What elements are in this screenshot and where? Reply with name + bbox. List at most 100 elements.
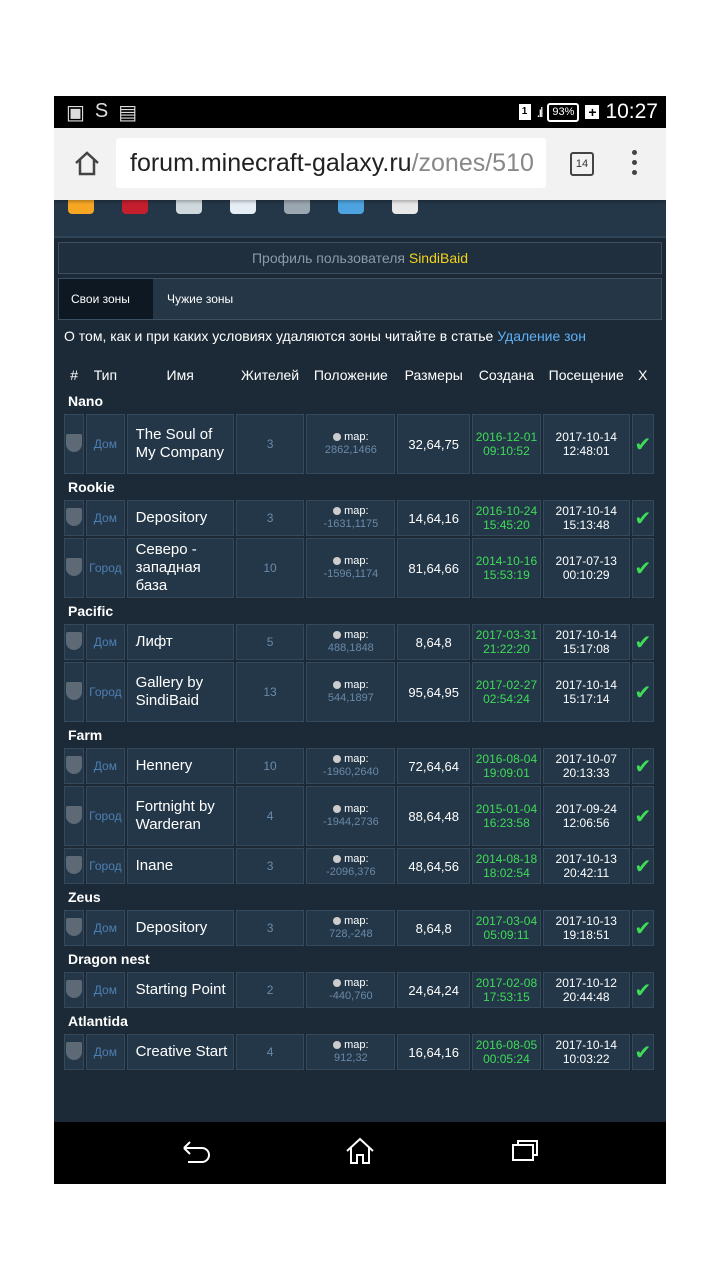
map-marker-icon <box>333 1041 342 1050</box>
created-time: 15:45:20 <box>483 518 530 532</box>
tab-other-zones[interactable]: Чужие зоны <box>155 279 245 319</box>
zone-row[interactable]: Дом Hennery 10 map: -1960,2640 72,64,64 2016-0… <box>64 748 654 784</box>
zone-residents: 10 <box>235 538 305 598</box>
zones-body: Nano Дом The Soul of My Company 3 map: 2862,1… <box>64 390 654 1070</box>
zone-name[interactable]: Starting Point <box>126 972 234 1008</box>
home-nav-icon[interactable] <box>344 1136 376 1171</box>
zone-row[interactable]: Город Северо - западная база 10 map: -1596,1… <box>64 538 654 598</box>
zone-row[interactable]: Город Fortnight by Warderan 4 map: -1944,273… <box>64 786 654 846</box>
created-date: 2016-08-05 <box>475 1038 538 1052</box>
zone-row[interactable]: Дом Лифт 5 map: 488,1848 8,64,8 2017-03-31 21:2… <box>64 624 654 660</box>
recent-apps-icon[interactable] <box>510 1136 540 1171</box>
zone-residents: 3 <box>235 500 305 536</box>
zone-position[interactable]: map: -440,760 <box>306 972 396 1008</box>
back-icon[interactable] <box>178 1136 212 1171</box>
stats-icon[interactable] <box>176 200 202 214</box>
zone-active-cell[interactable]: ✔ <box>631 414 654 474</box>
zone-tabs: Свои зоны Чужие зоны <box>58 278 662 320</box>
site-icon-bar <box>54 200 666 238</box>
zone-active-cell[interactable]: ✔ <box>631 1034 654 1070</box>
created-date: 2017-02-08 <box>475 976 538 990</box>
zone-visit: 2017-09-24 12:06:56 <box>542 786 630 846</box>
tab-own-zones[interactable]: Свои зоны <box>59 279 153 319</box>
zone-row[interactable]: Дом Depository 3 map: -1631,1175 14,64,16 2016… <box>64 500 654 536</box>
zone-name[interactable]: Gallery by SindiBaid <box>126 662 234 722</box>
zone-residents: 5 <box>235 624 305 660</box>
zone-name[interactable]: Inane <box>126 848 234 884</box>
group-name: Pacific <box>68 603 114 619</box>
zone-name[interactable]: Creative Start <box>126 1034 234 1070</box>
mail-icon[interactable] <box>230 200 256 214</box>
created-date: 2015-01-04 <box>475 802 538 816</box>
zone-created: 2016-12-01 09:10:52 <box>472 414 541 474</box>
created-time: 17:53:15 <box>483 990 530 1004</box>
tab-switcher-button[interactable]: 14 <box>570 152 594 176</box>
zone-active-cell[interactable]: ✔ <box>631 624 654 660</box>
document-icon[interactable] <box>392 200 418 214</box>
address-bar[interactable]: forum.minecraft-galaxy.ru/zones/510 <box>116 138 546 188</box>
zone-type: Дом <box>86 748 125 784</box>
zone-position[interactable]: map: -2096,376 <box>306 848 396 884</box>
zone-active-cell[interactable]: ✔ <box>631 538 654 598</box>
zone-size: 8,64,8 <box>397 624 471 660</box>
zone-active-cell[interactable]: ✔ <box>631 786 654 846</box>
created-date: 2017-03-04 <box>475 914 538 928</box>
deletion-article-link[interactable]: Удаление зон <box>497 328 586 344</box>
map-coordinates: 544,1897 <box>327 692 374 704</box>
profile-username[interactable]: SindiBaid <box>409 250 468 266</box>
zone-row[interactable]: Дом Depository 3 map: 728,-248 8,64,8 2017-03-… <box>64 910 654 946</box>
shield-red-icon[interactable] <box>122 200 148 214</box>
map-marker-icon <box>333 755 342 764</box>
zone-name[interactable]: Лифт <box>126 624 234 660</box>
zone-shield-cell <box>64 972 85 1008</box>
col-type: Тип <box>93 367 118 383</box>
group-row: Nano <box>64 390 654 412</box>
zone-position[interactable]: map: 2862,1466 <box>306 414 396 474</box>
map-coordinates: 488,1848 <box>327 642 374 654</box>
zone-name[interactable]: Fortnight by Warderan <box>126 786 234 846</box>
zone-active-cell[interactable]: ✔ <box>631 748 654 784</box>
zone-position[interactable]: map: -1944,2736 <box>306 786 396 846</box>
group-row: Zeus <box>64 886 654 908</box>
star-icon[interactable] <box>68 200 94 214</box>
zone-position[interactable]: map: 544,1897 <box>306 662 396 722</box>
home-icon[interactable] <box>72 148 102 178</box>
zone-shield-cell <box>64 1034 85 1070</box>
zone-position[interactable]: map: 488,1848 <box>306 624 396 660</box>
zone-position[interactable]: map: 728,-248 <box>306 910 396 946</box>
visit-date: 2017-10-13 <box>555 852 617 866</box>
zone-active-cell[interactable]: ✔ <box>631 500 654 536</box>
zone-position[interactable]: map: -1960,2640 <box>306 748 396 784</box>
zone-active-cell[interactable]: ✔ <box>631 662 654 722</box>
zone-size: 14,64,16 <box>397 500 471 536</box>
zone-active-cell[interactable]: ✔ <box>631 972 654 1008</box>
zone-name[interactable]: Северо - западная база <box>126 538 234 598</box>
zone-created: 2017-03-04 05:09:11 <box>472 910 541 946</box>
chat-icon[interactable] <box>338 200 364 214</box>
zone-row[interactable]: Дом Creative Start 4 map: 912,32 16,64,16 2016… <box>64 1034 654 1070</box>
zone-name[interactable]: Depository <box>126 910 234 946</box>
group-name: Zeus <box>68 889 101 905</box>
zone-size: 88,64,48 <box>397 786 471 846</box>
zone-shield-cell <box>64 848 85 884</box>
zone-residents: 3 <box>235 910 305 946</box>
zone-position[interactable]: map: 912,32 <box>306 1034 396 1070</box>
zone-created: 2014-08-18 18:02:54 <box>472 848 541 884</box>
overflow-menu-icon[interactable] <box>632 150 638 180</box>
zone-position[interactable]: map: -1631,1175 <box>306 500 396 536</box>
url-host: forum.minecraft-galaxy.ru <box>130 149 412 177</box>
zone-row[interactable]: Город Inane 3 map: -2096,376 48,64,56 2014-08-… <box>64 848 654 884</box>
zone-name[interactable]: The Soul of My Company <box>126 414 234 474</box>
zone-row[interactable]: Дом The Soul of My Company 3 map: 2862,1466 3… <box>64 414 654 474</box>
zone-name[interactable]: Hennery <box>126 748 234 784</box>
zone-row[interactable]: Город Gallery by SindiBaid 13 map: 544,1897 9… <box>64 662 654 722</box>
tools-icon[interactable] <box>284 200 310 214</box>
zone-name[interactable]: Depository <box>126 500 234 536</box>
zone-row[interactable]: Дом Starting Point 2 map: -440,760 24,64,24 20… <box>64 972 654 1008</box>
zone-active-cell[interactable]: ✔ <box>631 910 654 946</box>
zone-position[interactable]: map: -1596,1174 <box>306 538 396 598</box>
visit-time: 00:10:29 <box>562 568 610 582</box>
shield-icon <box>66 681 83 700</box>
zone-active-cell[interactable]: ✔ <box>631 848 654 884</box>
shield-icon <box>66 755 83 774</box>
